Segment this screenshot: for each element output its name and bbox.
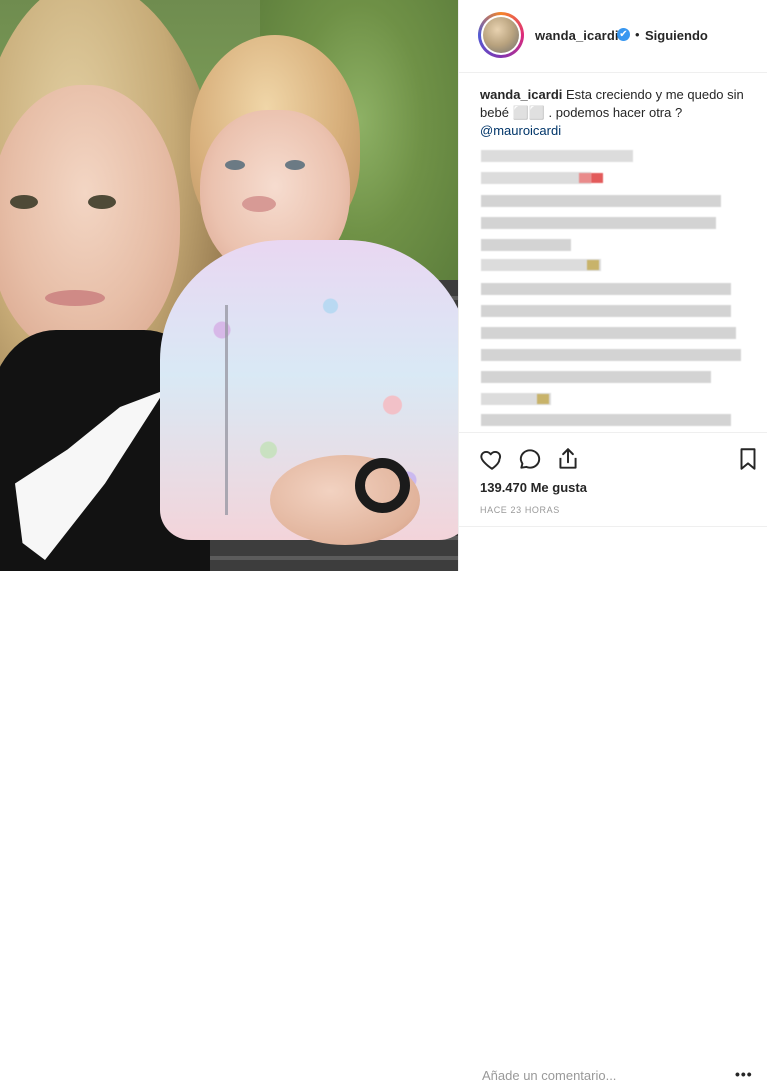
share-icon[interactable]: [555, 446, 581, 472]
photo-woman-eye-left: [10, 195, 38, 209]
blurred-emoji: [537, 394, 549, 404]
avatar-frame: [481, 15, 521, 55]
comment-icon[interactable]: [517, 446, 543, 472]
post-side-panel: wanda_icardi ✔ • Siguiendo wanda_icardi …: [458, 0, 767, 1084]
heart-icon[interactable]: [479, 446, 505, 472]
blurred-comment-line: [481, 371, 711, 383]
blurred-comment-line: [481, 283, 731, 295]
blurred-emoji: [579, 173, 591, 183]
comment-bar: •••: [459, 526, 767, 1084]
photo-jacket-zipper: [225, 305, 228, 515]
likes-count[interactable]: 139.470 Me gusta: [480, 480, 587, 495]
instagram-post: wanda_icardi ✔ • Siguiendo wanda_icardi …: [0, 0, 767, 1084]
blurred-comment-line: [481, 239, 571, 251]
blurred-comment-line: [481, 349, 741, 361]
photo-child-mouth: [242, 196, 276, 212]
post-header: wanda_icardi ✔ • Siguiendo: [459, 0, 767, 73]
post-actions: [459, 432, 767, 482]
more-options-button[interactable]: •••: [735, 1066, 753, 1082]
blurred-emoji: [587, 260, 599, 270]
blurred-comment-line: [481, 259, 601, 271]
blurred-comment-line: [481, 195, 721, 207]
post-timestamp: HACE 23 HORAS: [480, 505, 560, 515]
photo-woman-eye-right: [88, 195, 116, 209]
avatar[interactable]: [478, 12, 524, 58]
photo-child-eye-right: [285, 160, 305, 170]
blurred-comment-line: [481, 414, 731, 426]
caption-username[interactable]: wanda_icardi: [480, 87, 562, 102]
caption-mention[interactable]: @mauroicardi: [480, 123, 561, 138]
photo-woman-lips: [45, 290, 105, 306]
photo-child-eye-left: [225, 160, 245, 170]
bookmark-icon[interactable]: [735, 446, 761, 472]
header-username[interactable]: wanda_icardi: [535, 28, 619, 43]
blurred-comment-line: [481, 327, 736, 339]
avatar-image: [483, 17, 519, 53]
header-separator: •: [635, 27, 640, 42]
comment-input[interactable]: [480, 1067, 704, 1084]
blurred-comment-line: [481, 172, 591, 184]
blurred-emoji: [591, 173, 603, 183]
post-caption: wanda_icardi Esta creciendo y me quedo s…: [480, 86, 750, 140]
photo-woman-face: [0, 85, 180, 355]
blurred-comment-line: [481, 150, 633, 162]
photo-bracelet: [355, 458, 410, 513]
verified-icon: ✔: [617, 28, 630, 41]
post-photo[interactable]: [0, 0, 458, 571]
blurred-comment-line: [481, 305, 731, 317]
following-button[interactable]: Siguiendo: [645, 28, 708, 43]
blurred-comment-line: [481, 217, 716, 229]
